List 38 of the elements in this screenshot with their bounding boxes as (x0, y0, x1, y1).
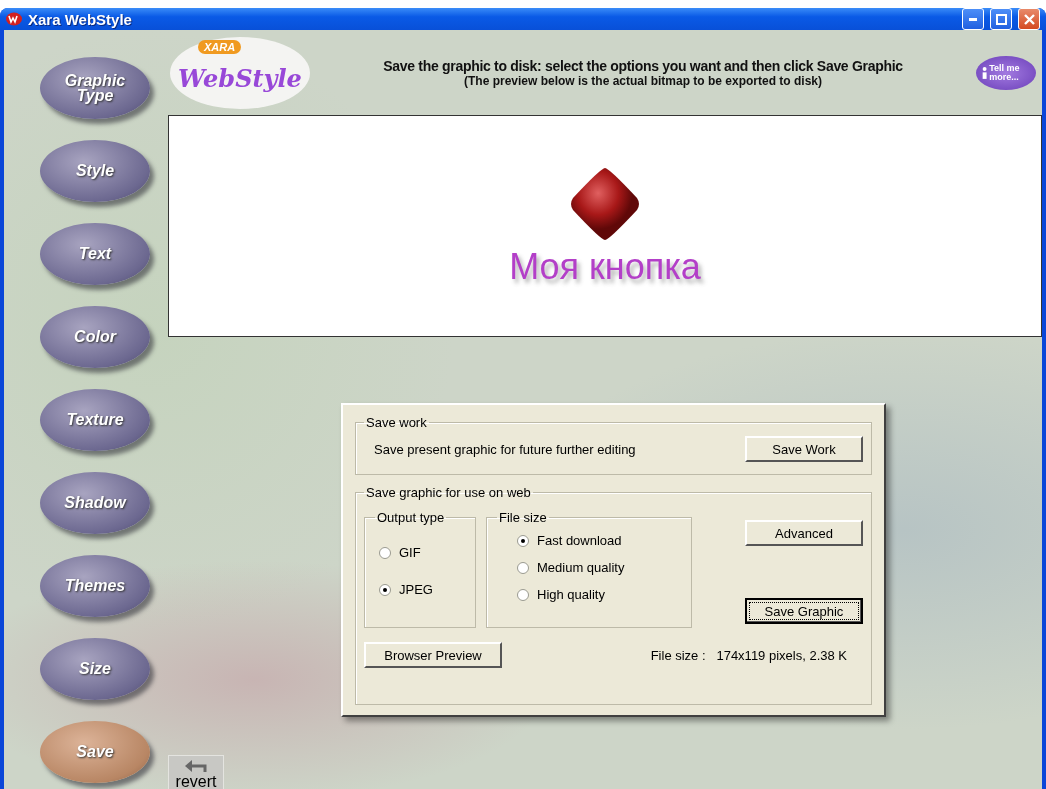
close-button[interactable] (1018, 8, 1040, 30)
help-button[interactable]: Tell me more... (976, 55, 1036, 90)
group-legend: File size (497, 510, 549, 525)
group-legend: Save graphic for use on web (364, 485, 533, 500)
group-legend: Save work (364, 415, 429, 430)
window-title: Xara WebStyle (28, 10, 133, 28)
undo-arrow-icon (183, 758, 209, 774)
button-preview-text: Моя кнопка (509, 246, 701, 288)
maximize-button[interactable] (990, 8, 1012, 30)
radio-button[interactable] (517, 561, 529, 574)
revert-button[interactable]: revert (168, 755, 224, 789)
app-logo-icon (6, 12, 22, 26)
close-icon (1023, 13, 1035, 25)
radio-option[interactable]: High quality (517, 587, 681, 602)
minimize-button[interactable] (962, 8, 984, 30)
file-size-value: 174x119 pixels, 2.38 K (716, 647, 847, 663)
radio-option[interactable]: Medium quality (517, 560, 681, 575)
group-legend: Output type (375, 510, 447, 525)
radio-button[interactable] (379, 583, 391, 596)
dialog-button[interactable]: Advanced (745, 520, 863, 546)
description-text: Save present graphic for future further editing (374, 441, 636, 457)
logo-badge: XARA (198, 39, 242, 54)
radio-option[interactable]: GIF (379, 545, 465, 560)
nav-button[interactable]: Graphic Type (40, 56, 150, 119)
radio-button[interactable] (517, 588, 529, 601)
preview-note: (The preview below is the actual bitmap to be exported to disk) (463, 73, 823, 88)
radio-option[interactable]: Fast download (517, 533, 681, 548)
logo-script: WebStyle (178, 64, 302, 93)
dialog-button[interactable]: Save Graphic (745, 598, 863, 624)
dialog-button[interactable]: Save Work (745, 436, 863, 462)
instruction-text: Save the graphic to disk: select the options you want and then click Save Graphic (383, 57, 903, 74)
dialog-button[interactable]: Browser Preview (364, 642, 502, 668)
radio-button[interactable] (517, 534, 529, 547)
minimize-icon (969, 17, 977, 21)
maximize-icon (995, 13, 1007, 25)
radio-option[interactable]: JPEG (379, 582, 465, 597)
file-size-label: File size : (650, 647, 706, 663)
radio-button[interactable] (379, 546, 391, 559)
